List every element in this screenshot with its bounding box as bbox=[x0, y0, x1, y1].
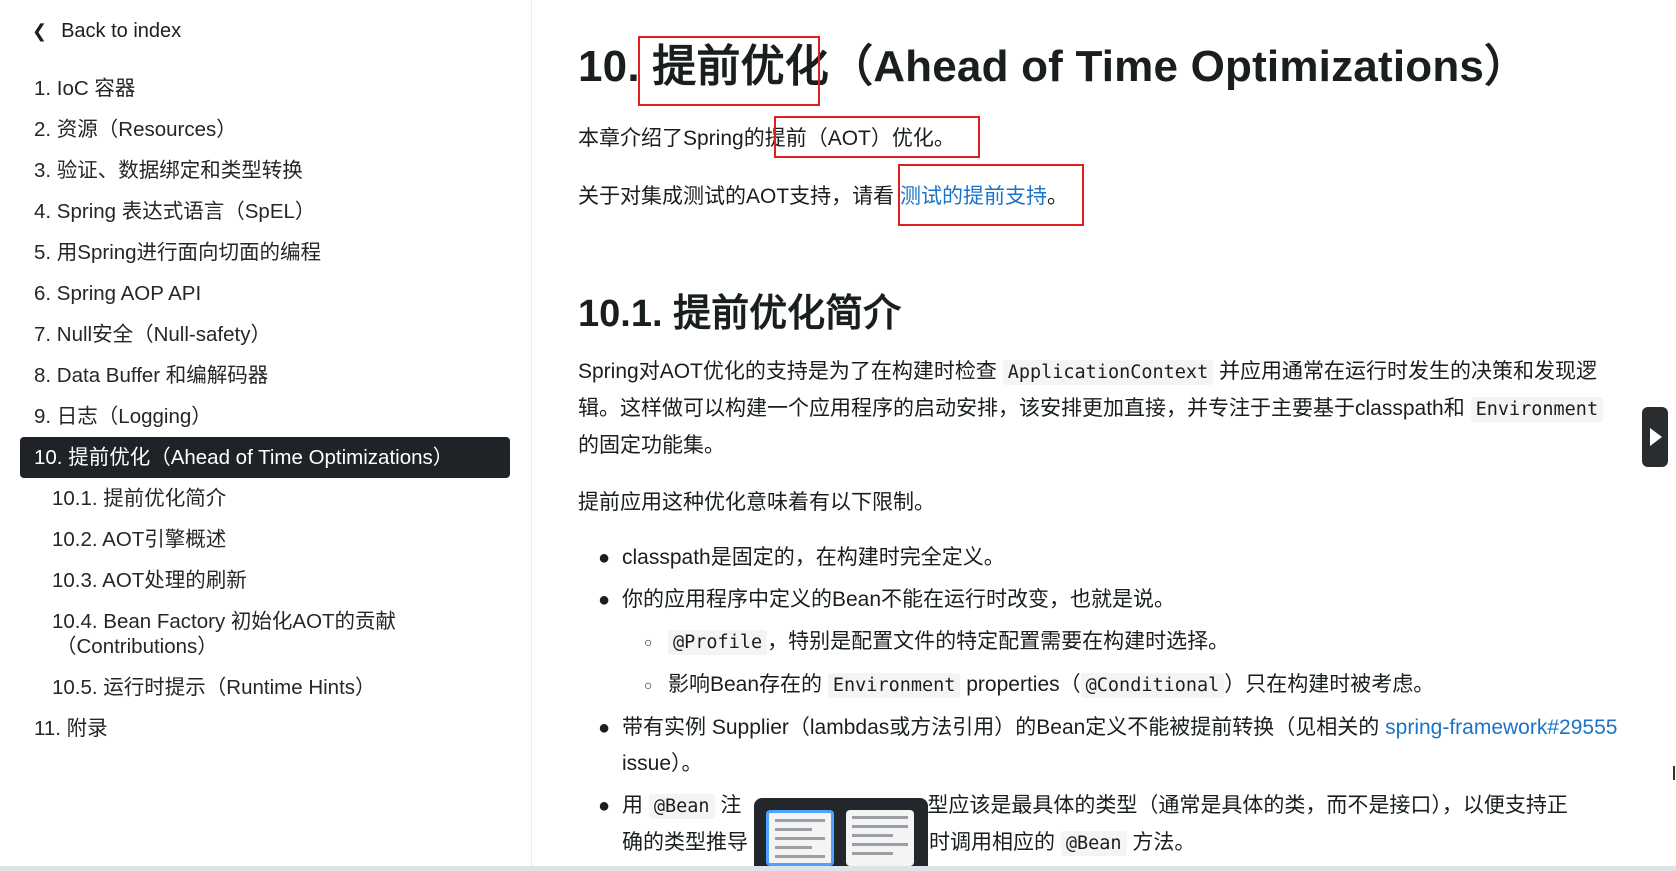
toc-item-logging[interactable]: 9. 日志（Logging） bbox=[20, 396, 510, 437]
sub2-text-c: ）只在构建时被考虑。 bbox=[1224, 673, 1435, 696]
toc-list: 1. IoC 容器 2. 资源（Resources） 3. 验证、数据绑定和类型… bbox=[20, 68, 510, 749]
window-thumbnail[interactable] bbox=[766, 810, 834, 866]
sidebar-toc: ❮ Back to index 1. IoC 容器 2. 资源（Resource… bbox=[0, 0, 532, 871]
code-conditional: @Conditional bbox=[1080, 673, 1225, 698]
toc-item-aot-active[interactable]: 10. 提前优化（Ahead of Time Optimizations） bbox=[20, 437, 510, 478]
toc-subitem-runtime-hints[interactable]: 10.5. 运行时提示（Runtime Hints） bbox=[20, 667, 510, 708]
bullet1-text: classpath是固定的，在构建时完全定义。 bbox=[622, 546, 1005, 569]
code-profile: @Profile bbox=[668, 630, 768, 655]
toc-subitem-bean-factory[interactable]: 10.4. Bean Factory 初始化AOT的贡献 （Contributi… bbox=[20, 601, 510, 667]
sub1-text: ，特别是配置文件的特定配置需要在构建时选择。 bbox=[767, 630, 1230, 653]
bullet-circle: ○ bbox=[644, 634, 653, 650]
bullet-dot: ● bbox=[598, 795, 611, 817]
issue-link[interactable]: spring-framework#29555 bbox=[1385, 716, 1617, 739]
section-title: 10.1. 提前优化简介 bbox=[578, 293, 902, 335]
aot-test-text: 关于对集成测试的AOT支持，请看 bbox=[578, 185, 901, 208]
sub2-text-a: 影响Bean存在的 bbox=[668, 673, 828, 696]
toc-item-null-safety[interactable]: 7. Null安全（Null-safety） bbox=[20, 314, 510, 355]
aot-test-paragraph: 关于对集成测试的AOT支持，请看 测试的提前支持。 bbox=[578, 180, 1068, 210]
toc-subitem-aot-engine[interactable]: 10.2. AOT引擎概述 bbox=[20, 519, 510, 560]
bullet4-text-c: 型应该是最具体的类型（通常是具体的类，而不是接口），以便支持正 bbox=[927, 794, 1568, 817]
taskbar-preview-popup bbox=[754, 798, 928, 871]
bullet-circle: ○ bbox=[644, 677, 653, 693]
bullet3-text-a: 带有实例 Supplier（lambdas或方法引用）的Bean定义不能被提前转… bbox=[622, 716, 1386, 739]
bullet-dot: ● bbox=[598, 547, 611, 569]
toc-subitem-aot-refresh[interactable]: 10.3. AOT处理的刷新 bbox=[20, 560, 510, 601]
bullet4-text-a: 用 bbox=[622, 794, 649, 817]
toc-item-aop-api[interactable]: 6. Spring AOP API bbox=[20, 273, 510, 314]
bullet-dot: ● bbox=[598, 717, 611, 739]
toc-item-aop[interactable]: 5. 用Spring进行面向切面的编程 bbox=[20, 232, 510, 273]
sub-list-item: ○ 影响Bean存在的 Environment properties（ @Cond… bbox=[578, 667, 1628, 704]
para-text-c: 的固定功能集。 bbox=[578, 434, 725, 457]
chevron-left-icon: ❮ bbox=[32, 21, 48, 41]
code-bean-2: @Bean bbox=[1060, 831, 1127, 856]
code-application-context: ApplicationContext bbox=[1002, 360, 1214, 385]
back-to-index-link[interactable]: ❮ Back to index bbox=[32, 20, 181, 43]
list-item: ● 你的应用程序中定义的Bean不能在运行时改变，也就是说。 bbox=[578, 582, 1628, 618]
page-title: 10. 提前优化（Ahead of Time Optimizations） bbox=[578, 42, 1529, 91]
sub2-text-b: properties（ bbox=[960, 673, 1081, 696]
toc-subitem-aot-intro[interactable]: 10.1. 提前优化简介 bbox=[20, 478, 510, 519]
toc-item-data-buffer[interactable]: 8. Data Buffer 和编解码器 bbox=[20, 355, 510, 396]
sub-list-item: ○ @Profile ，特别是配置文件的特定配置需要在构建时选择。 bbox=[578, 624, 1628, 661]
aot-test-end: 。 bbox=[1047, 185, 1069, 208]
limits-list: ● classpath是固定的，在构建时完全定义。 ● 你的应用程序中定义的Be… bbox=[578, 540, 1628, 868]
window-thumbnail[interactable] bbox=[846, 810, 914, 866]
list-item: ● classpath是固定的，在构建时完全定义。 bbox=[578, 540, 1628, 576]
section-paragraph: Spring对AOT优化的支持是为了在构建时检查 ApplicationCont… bbox=[578, 354, 1628, 464]
aot-test-link[interactable]: 测试的提前支持 bbox=[900, 185, 1047, 208]
bullet4-text-b: 注 bbox=[714, 794, 742, 817]
bullet-dot: ● bbox=[598, 589, 611, 611]
toc-subitem-bean-factory-label: 10.4. Bean Factory 初始化AOT的贡献 bbox=[52, 610, 397, 633]
text-cursor-icon bbox=[1673, 766, 1675, 780]
bullet4-text-e: 建时调用相应的 bbox=[908, 831, 1061, 854]
code-environment-2: Environment bbox=[827, 673, 961, 698]
list-item: ● 带有实例 Supplier（lambdas或方法引用）的Bean定义不能被提… bbox=[578, 710, 1628, 782]
limits-paragraph: 提前应用这种优化意味着有以下限制。 bbox=[578, 491, 935, 514]
back-label: Back to index bbox=[61, 20, 182, 42]
bullet4-text-f: 方法。 bbox=[1126, 831, 1196, 854]
toc-item-appendix[interactable]: 11. 附录 bbox=[20, 708, 510, 749]
toc-item-ioc[interactable]: 1. IoC 容器 bbox=[20, 68, 510, 109]
bullet2-text: 你的应用程序中定义的Bean不能在运行时改变，也就是说。 bbox=[622, 588, 1176, 611]
side-panel-toggle[interactable] bbox=[1642, 407, 1668, 467]
toc-item-spel[interactable]: 4. Spring 表达式语言（SpEL） bbox=[20, 191, 510, 232]
bullet3-text-b: issue）。 bbox=[622, 752, 703, 775]
para-text-a: Spring对AOT优化的支持是为了在构建时检查 bbox=[578, 360, 1003, 383]
taskbar bbox=[0, 866, 1676, 871]
code-bean: @Bean bbox=[648, 794, 715, 819]
list-item: ● 用 @Bean 注 型应该是最具体的类型（通常是具体的类，而不是接口），以便支… bbox=[578, 788, 1628, 862]
code-environment: Environment bbox=[1470, 397, 1604, 422]
bullet4-text-d: 确的类型推导 bbox=[622, 831, 748, 854]
toc-subitem-bean-factory-cont: （Contributions） bbox=[56, 635, 218, 658]
toc-item-validation[interactable]: 3. 验证、数据绑定和类型转换 bbox=[20, 150, 510, 191]
intro-paragraph: 本章介绍了Spring的提前（AOT）优化。 bbox=[578, 127, 955, 150]
toc-item-resources[interactable]: 2. 资源（Resources） bbox=[20, 109, 510, 150]
